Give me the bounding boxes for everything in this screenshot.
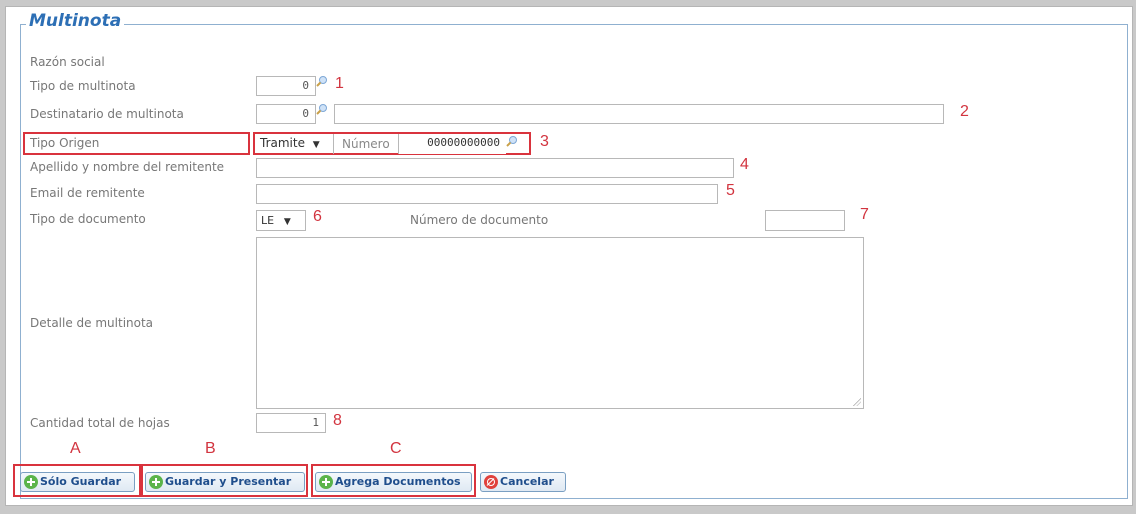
detalle-label: Detalle de multinota — [30, 316, 154, 330]
destinatario-search-icon[interactable] — [316, 103, 328, 115]
solo-guardar-button[interactable]: Sólo Guardar — [20, 472, 135, 492]
annotation-3: 3 — [540, 133, 549, 150]
dropdown-arrow-icon: ▼ — [312, 140, 320, 150]
email-input[interactable] — [256, 184, 718, 204]
tipo-origen-value: Tramite — [260, 136, 305, 150]
annotation-5: 5 — [726, 182, 735, 199]
tipo-documento-value: LE — [261, 214, 275, 227]
agrega-documentos-label: Agrega Documentos — [335, 475, 461, 488]
cancelar-button[interactable]: Cancelar — [480, 472, 566, 492]
numero-input[interactable]: 00000000000 — [398, 134, 506, 154]
annotation-1: 1 — [335, 75, 344, 92]
cantidad-hojas-label: Cantidad total de hojas — [30, 416, 170, 430]
numero-search-icon[interactable] — [506, 135, 518, 147]
add-circle-icon — [24, 475, 38, 489]
annotation-c: C — [390, 440, 402, 457]
add-circle-icon — [149, 475, 163, 489]
annotation-4: 4 — [740, 156, 749, 173]
cancelar-label: Cancelar — [500, 475, 554, 488]
detalle-textarea[interactable] — [256, 237, 864, 409]
numero-documento-input[interactable] — [765, 210, 845, 231]
tipo-documento-label: Tipo de documento — [30, 212, 146, 226]
resize-grip-icon[interactable] — [853, 398, 861, 406]
annotation-2: 2 — [960, 103, 969, 120]
numero-label: Número — [342, 137, 390, 151]
tipo-origen-select[interactable]: Tramite ▼ — [256, 134, 334, 154]
destinatario-name-input[interactable] — [334, 104, 944, 124]
solo-guardar-label: Sólo Guardar — [40, 475, 122, 488]
agrega-documentos-button[interactable]: Agrega Documentos — [315, 472, 472, 492]
destinatario-label: Destinatario de multinota — [30, 107, 184, 121]
tipo-multinota-label: Tipo de multinota — [30, 79, 136, 93]
annotation-b: B — [205, 440, 216, 457]
guardar-presentar-button[interactable]: Guardar y Presentar — [145, 472, 305, 492]
tipo-documento-select[interactable]: LE ▼ — [256, 210, 306, 231]
annotation-6: 6 — [313, 208, 322, 225]
form-title: Multinota — [26, 11, 125, 31]
tipo-multinota-input[interactable]: 0 — [256, 76, 316, 96]
tipo-multinota-search-icon[interactable] — [316, 75, 328, 87]
cantidad-hojas-input[interactable]: 1 — [256, 413, 326, 433]
email-label: Email de remitente — [30, 186, 145, 200]
annotation-8: 8 — [333, 412, 342, 429]
annotation-7: 7 — [860, 206, 869, 223]
add-circle-icon — [319, 475, 333, 489]
apellido-nombre-input[interactable] — [256, 158, 734, 178]
apellido-nombre-label: Apellido y nombre del remitente — [30, 160, 225, 174]
razon-social-label: Razón social — [30, 55, 105, 69]
cancel-circle-icon — [484, 475, 498, 489]
numero-documento-label: Número de documento — [410, 213, 549, 227]
dropdown-arrow-icon: ▼ — [283, 217, 291, 227]
tipo-origen-label: Tipo Origen — [30, 136, 100, 150]
destinatario-code-input[interactable]: 0 — [256, 104, 316, 124]
annotation-a: A — [70, 440, 81, 457]
guardar-presentar-label: Guardar y Presentar — [165, 475, 292, 488]
